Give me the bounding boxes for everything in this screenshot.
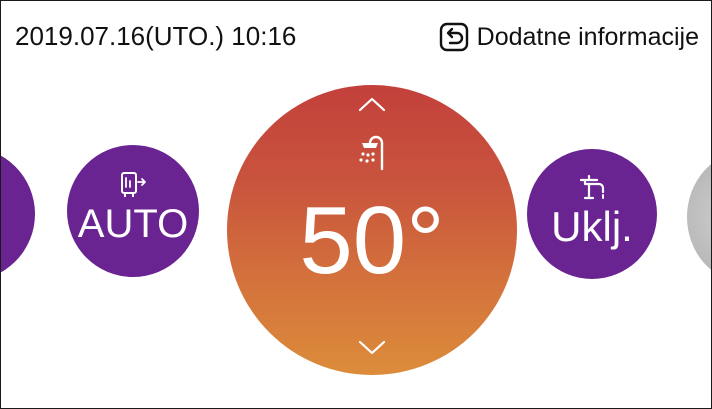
power-on-label: Uklj. <box>551 203 633 250</box>
power-on-button[interactable]: Uklj. <box>527 149 657 279</box>
back-return-icon <box>439 22 468 52</box>
header-bar: 2019.07.16(UTO.) 10:16 Dodatne informaci… <box>1 1 711 65</box>
water-tank-icon <box>121 172 146 197</box>
hot-water-temperature-dial: 50° <box>227 85 517 375</box>
additional-info-label: Dodatne informacije <box>476 22 699 51</box>
previous-mode-button[interactable] <box>1 147 35 281</box>
next-mode-button[interactable] <box>687 151 711 283</box>
additional-info-button[interactable]: Dodatne informacije <box>439 21 699 53</box>
temperature-value: 50° <box>299 187 445 294</box>
auto-mode-button[interactable]: AUTO <box>67 145 199 277</box>
shower-icon <box>359 135 384 171</box>
faucet-icon <box>579 174 605 200</box>
chevron-up-icon[interactable] <box>357 95 387 113</box>
screen-frame: 2019.07.16(UTO.) 10:16 Dodatne informaci… <box>0 0 712 409</box>
chevron-down-icon[interactable] <box>357 339 387 357</box>
date-time-display: 2019.07.16(UTO.) 10:16 <box>15 21 297 51</box>
auto-mode-label: AUTO <box>77 202 189 246</box>
